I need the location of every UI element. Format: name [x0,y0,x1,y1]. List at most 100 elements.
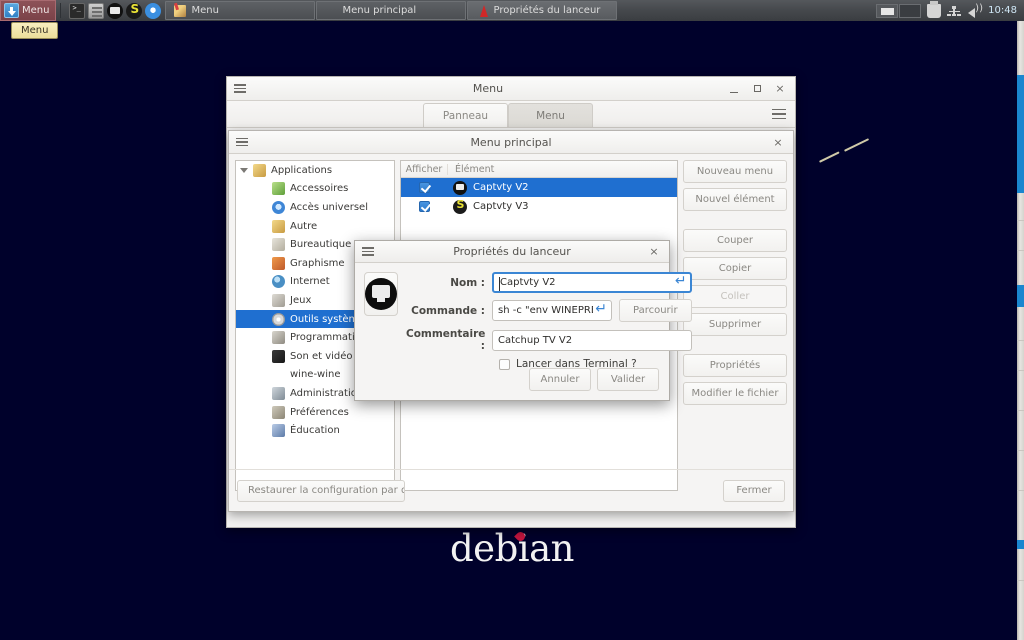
validate-button[interactable]: Valider [597,368,659,391]
browse-button[interactable]: Parcourir [619,299,692,322]
monitor-icon [365,278,397,310]
workspace-1[interactable] [876,4,898,18]
sliver-line [1017,490,1024,491]
tabbar-hamburger-icon[interactable] [767,103,791,125]
text-caret [499,277,500,291]
name-input-enter-icon[interactable] [673,276,687,290]
tree-item-accessoires[interactable]: Accessoires [236,180,394,199]
category-icon [272,406,285,419]
category-icon [272,201,285,214]
hamburger-icon[interactable] [229,131,255,153]
quick-launchers[interactable] [65,0,165,21]
table-row[interactable]: Captvty V2 [401,178,677,197]
captvty-v3-icon[interactable] [126,3,142,19]
name-input[interactable]: Captvty V2 [492,272,692,293]
tab-menu[interactable]: Menu [508,103,593,127]
close-icon[interactable]: × [643,242,665,262]
show-cell [401,201,448,212]
dialog-window-controls[interactable]: × [643,242,669,262]
tree-item-pr-f-rences[interactable]: Préférences [236,403,394,422]
category-icon [272,182,285,195]
button-modifier-le-fichier[interactable]: Modifier le fichier [683,382,787,405]
item-list-header: Afficher Élément [401,161,677,178]
desktop-artifact-streak-1 [819,151,840,162]
table-row[interactable]: Captvty V3 [401,197,677,216]
tabs[interactable]: Panneau Menu [423,103,593,127]
captvty-v2-icon[interactable] [107,3,123,19]
tree-item-applications[interactable]: Applications [236,161,394,180]
volume-icon[interactable] [967,4,981,18]
tree-item-label: Éducation [290,425,340,436]
button-propri-t-s[interactable]: Propriétés [683,354,787,377]
minimize-button[interactable] [723,79,745,99]
start-menu-button[interactable]: Menu [0,0,56,21]
dialog-launcher-properties[interactable]: Propriétés du lanceur × Nom : Captvty V2… [354,240,670,401]
tree-item-acc-s-universel[interactable]: Accès universel [236,198,394,217]
tree-item-autre[interactable]: Autre [236,217,394,236]
restore-defaults-button[interactable]: Restaurer la configuration par défaut [237,480,405,502]
dialog-fields: Nom : Captvty V2 Commande : sh -c "env W… [406,272,692,370]
category-icon [272,387,285,400]
button-supprimer[interactable]: Supprimer [683,313,787,336]
item-list-rows[interactable]: Captvty V2Captvty V3 [401,178,677,216]
close-button[interactable]: × [767,132,789,152]
tree-item-label: Bureautique [290,239,351,250]
taskbar-window-menu-principal[interactable]: Menu principal [316,1,466,20]
button-couper[interactable]: Couper [683,229,787,252]
window-button-list[interactable]: MenuMenu principalPropriétés du lanceur [165,0,871,21]
network-icon[interactable] [947,4,961,18]
dialog-titlebar[interactable]: Propriétés du lanceur × [355,241,669,263]
launcher-icon-button[interactable] [364,272,398,316]
show-checkbox[interactable] [419,201,430,212]
sliver-line [1017,250,1024,251]
launcher-icon [453,200,467,214]
run-in-terminal-checkbox[interactable] [499,359,510,370]
action-button-panel[interactable]: Nouveau menuNouvel élémentCouperCopierCo… [683,160,787,491]
sliver-line [1017,410,1024,411]
window-menu-titlebar[interactable]: Menu × [227,77,795,101]
desktop-artifact-streak-2 [844,138,869,152]
show-checkbox[interactable] [419,182,430,193]
tree-item-label: Jeux [290,295,311,306]
taskbar[interactable]: Menu MenuMenu principalPropriétés du lan… [0,0,1024,21]
terminal-icon[interactable] [69,3,85,19]
clock[interactable]: 10:48 [987,5,1017,16]
maximize-button[interactable] [746,79,768,99]
window-controls[interactable]: × [723,79,795,99]
tree-item--ducation[interactable]: Éducation [236,421,394,440]
taskbar-window-propri-t-s-du-lanceur[interactable]: Propriétés du lanceur [467,1,617,20]
sliver-highlight-2 [1017,285,1024,307]
printer-icon[interactable] [927,4,941,18]
sliver-line [1017,370,1024,371]
close-window-button[interactable]: Fermer [723,480,785,502]
sliver-line [1017,450,1024,451]
background-window-sliver[interactable] [1017,20,1024,640]
tab-panneau[interactable]: Panneau [423,103,508,127]
button-group-separator [683,216,787,224]
system-tray[interactable]: 10:48 [871,0,1024,21]
comment-input[interactable]: Catchup TV V2 [492,330,692,351]
tab-bar[interactable]: Panneau Menu [227,101,795,128]
workspace-switcher[interactable] [876,4,921,18]
close-button[interactable]: × [769,79,791,99]
window-principal-titlebar[interactable]: Menu principal × [229,131,793,154]
hamburger-icon[interactable] [227,77,253,100]
command-input[interactable]: sh -c "env WINEPREFIX: [492,300,612,321]
show-cell [401,182,448,193]
taskbar-window-menu[interactable]: Menu [165,1,315,20]
cancel-button[interactable]: Annuler [529,368,591,391]
field-row-command: Commande : sh -c "env WINEPREFIX: Parcou… [406,299,692,322]
chromium-icon[interactable] [145,3,161,19]
comment-label: Commentaire : [406,328,492,352]
workspace-2[interactable] [899,4,921,18]
chevron-down-icon[interactable] [240,168,248,173]
dialog-actions[interactable]: Annuler Valider [529,368,659,391]
tree-item-label: Graphisme [290,258,345,269]
button-nouveau-menu[interactable]: Nouveau menu [683,160,787,183]
button-nouvel-l-ment[interactable]: Nouvel élément [683,188,787,211]
command-input-enter-icon[interactable] [593,304,607,318]
hamburger-icon[interactable] [355,241,381,262]
file-manager-icon[interactable] [88,3,104,19]
window-controls[interactable]: × [767,132,793,152]
button-copier[interactable]: Copier [683,257,787,280]
